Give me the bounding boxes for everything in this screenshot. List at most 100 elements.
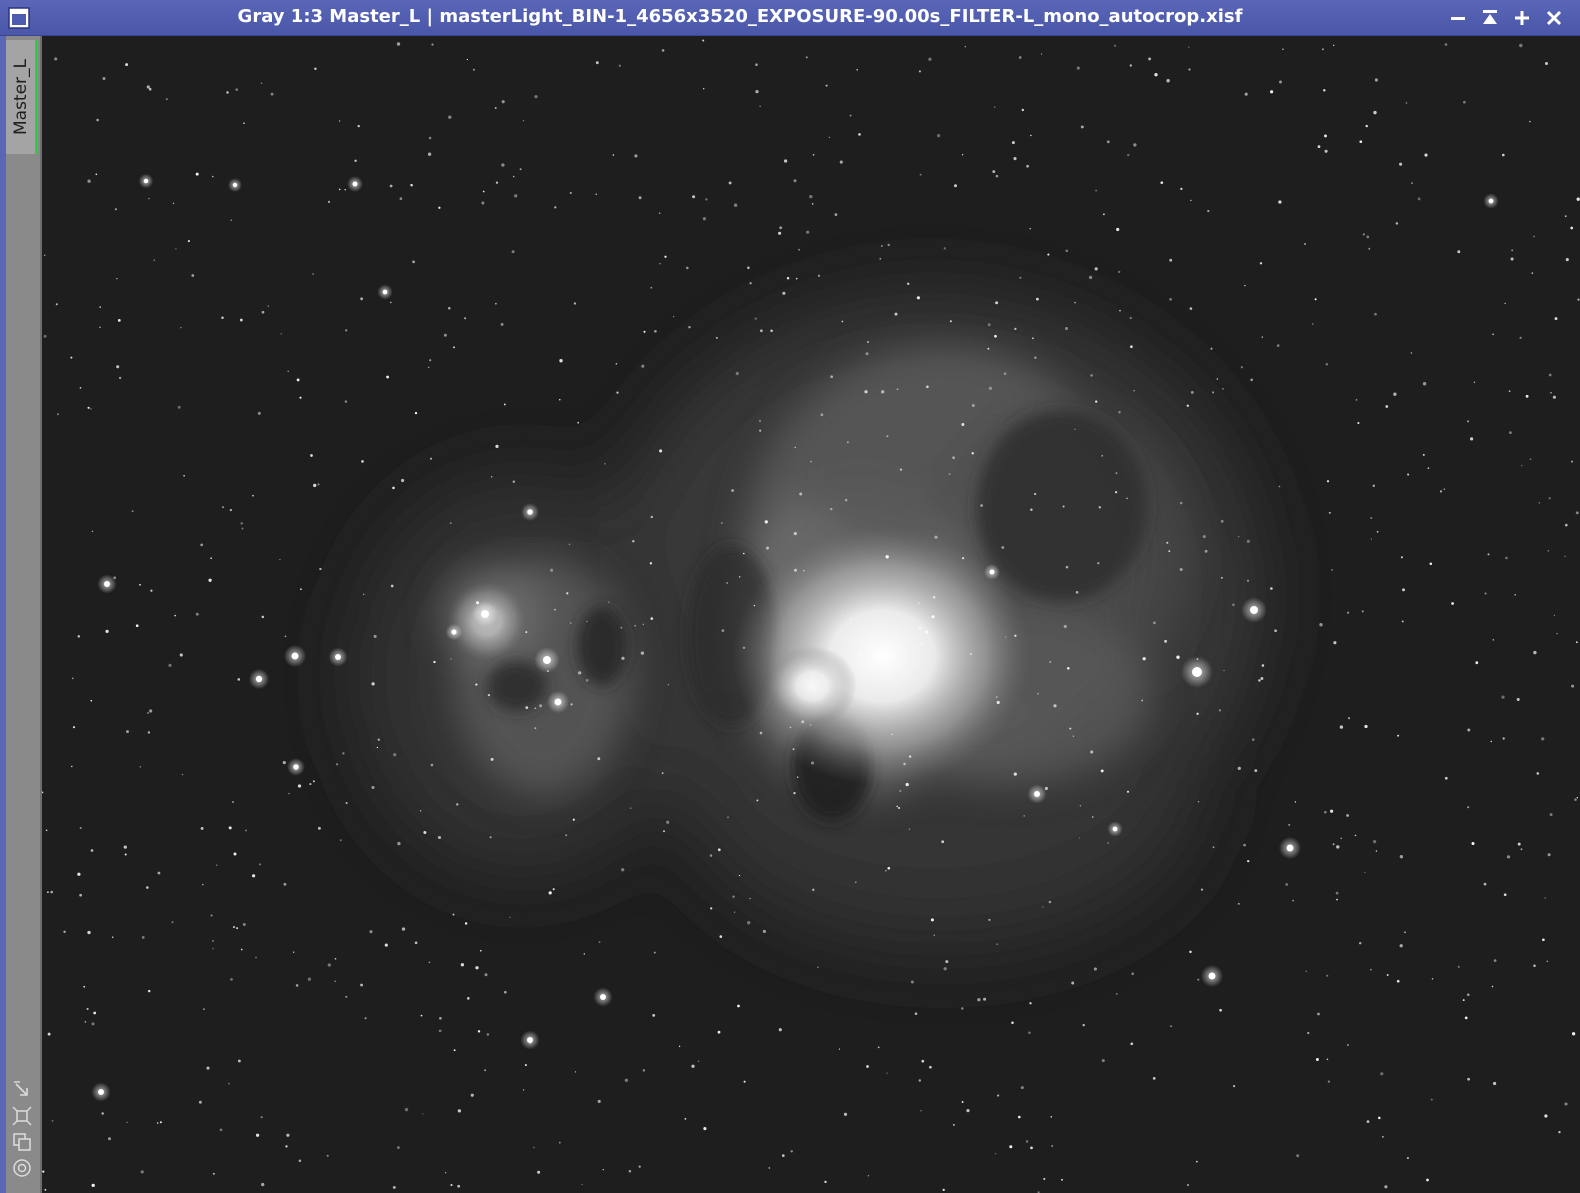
star bbox=[312, 273, 314, 275]
star bbox=[1286, 844, 1294, 852]
star bbox=[90, 408, 92, 410]
star bbox=[212, 1172, 215, 1175]
star bbox=[298, 1159, 302, 1163]
title-bar[interactable]: Gray 1:3 Master_L | masterLight_BIN-1_46… bbox=[0, 0, 1580, 36]
star bbox=[453, 346, 455, 349]
star bbox=[490, 476, 493, 478]
star bbox=[624, 1078, 629, 1082]
star bbox=[1395, 222, 1399, 225]
star bbox=[1385, 405, 1389, 408]
star bbox=[1025, 1140, 1029, 1143]
star bbox=[464, 317, 467, 320]
star bbox=[1549, 813, 1553, 817]
star bbox=[901, 671, 904, 674]
star bbox=[844, 498, 848, 502]
star bbox=[70, 356, 73, 359]
star bbox=[181, 773, 184, 776]
star bbox=[219, 1128, 223, 1132]
star bbox=[799, 492, 803, 496]
star bbox=[392, 486, 395, 490]
star bbox=[1030, 1146, 1033, 1150]
star bbox=[102, 77, 106, 80]
star bbox=[811, 203, 814, 205]
star bbox=[91, 530, 94, 533]
clone-view-icon[interactable] bbox=[12, 1132, 32, 1152]
star bbox=[1451, 602, 1454, 605]
star bbox=[642, 1069, 646, 1072]
star bbox=[1314, 298, 1317, 301]
star bbox=[1237, 902, 1240, 905]
close-icon[interactable] bbox=[1542, 6, 1566, 30]
star bbox=[1260, 677, 1264, 680]
star bbox=[389, 184, 393, 188]
star bbox=[210, 557, 212, 560]
star bbox=[427, 366, 430, 369]
star bbox=[1554, 317, 1558, 321]
star bbox=[171, 921, 174, 924]
star bbox=[1216, 378, 1219, 380]
star bbox=[759, 731, 763, 735]
star bbox=[83, 985, 86, 988]
star bbox=[838, 1048, 841, 1050]
star bbox=[810, 460, 812, 463]
star bbox=[1003, 372, 1007, 375]
star bbox=[1381, 1135, 1384, 1138]
star bbox=[803, 570, 805, 572]
star bbox=[1321, 48, 1324, 51]
star bbox=[1190, 390, 1194, 394]
star bbox=[54, 57, 58, 61]
star bbox=[200, 543, 204, 547]
star bbox=[841, 615, 844, 617]
star bbox=[1197, 800, 1200, 803]
star bbox=[286, 1133, 290, 1137]
maximize-icon[interactable] bbox=[1510, 6, 1534, 30]
star bbox=[1020, 1086, 1024, 1090]
star bbox=[678, 1045, 681, 1048]
star bbox=[539, 704, 543, 708]
star bbox=[1444, 776, 1448, 780]
shade-icon[interactable] bbox=[1478, 6, 1502, 30]
star bbox=[994, 1153, 997, 1155]
star bbox=[1487, 553, 1490, 556]
star bbox=[179, 653, 183, 657]
star bbox=[1558, 1130, 1561, 1134]
star bbox=[995, 301, 999, 305]
star bbox=[849, 617, 852, 620]
star bbox=[559, 398, 561, 401]
star bbox=[789, 726, 792, 729]
star bbox=[1514, 594, 1516, 596]
star bbox=[79, 893, 82, 897]
preview-target-icon[interactable] bbox=[12, 1158, 32, 1178]
fit-view-icon[interactable] bbox=[12, 1080, 32, 1100]
star bbox=[1531, 272, 1534, 274]
zoom-to-selection-icon[interactable] bbox=[12, 1106, 32, 1126]
star bbox=[384, 943, 388, 947]
star bbox=[232, 182, 238, 188]
star bbox=[335, 763, 339, 766]
star bbox=[1467, 1077, 1470, 1081]
star bbox=[742, 646, 746, 649]
star bbox=[1457, 250, 1461, 254]
star bbox=[941, 840, 945, 844]
star bbox=[466, 58, 469, 61]
star bbox=[810, 761, 815, 765]
star bbox=[1473, 381, 1476, 383]
star bbox=[230, 978, 233, 981]
image-window-icon[interactable] bbox=[8, 7, 30, 29]
star bbox=[125, 63, 129, 67]
star bbox=[1119, 309, 1121, 312]
star bbox=[1069, 727, 1072, 730]
view-tab-master-l[interactable]: Master_L bbox=[6, 40, 38, 154]
star bbox=[1095, 400, 1098, 403]
star bbox=[1164, 639, 1168, 643]
star bbox=[1040, 53, 1043, 55]
star bbox=[650, 617, 654, 620]
star bbox=[87, 406, 90, 409]
star bbox=[1258, 679, 1261, 682]
star bbox=[650, 515, 654, 519]
star bbox=[621, 656, 625, 660]
star bbox=[252, 874, 256, 878]
image-canvas[interactable] bbox=[42, 36, 1580, 1193]
star bbox=[295, 984, 299, 987]
minimize-icon[interactable] bbox=[1446, 6, 1470, 30]
